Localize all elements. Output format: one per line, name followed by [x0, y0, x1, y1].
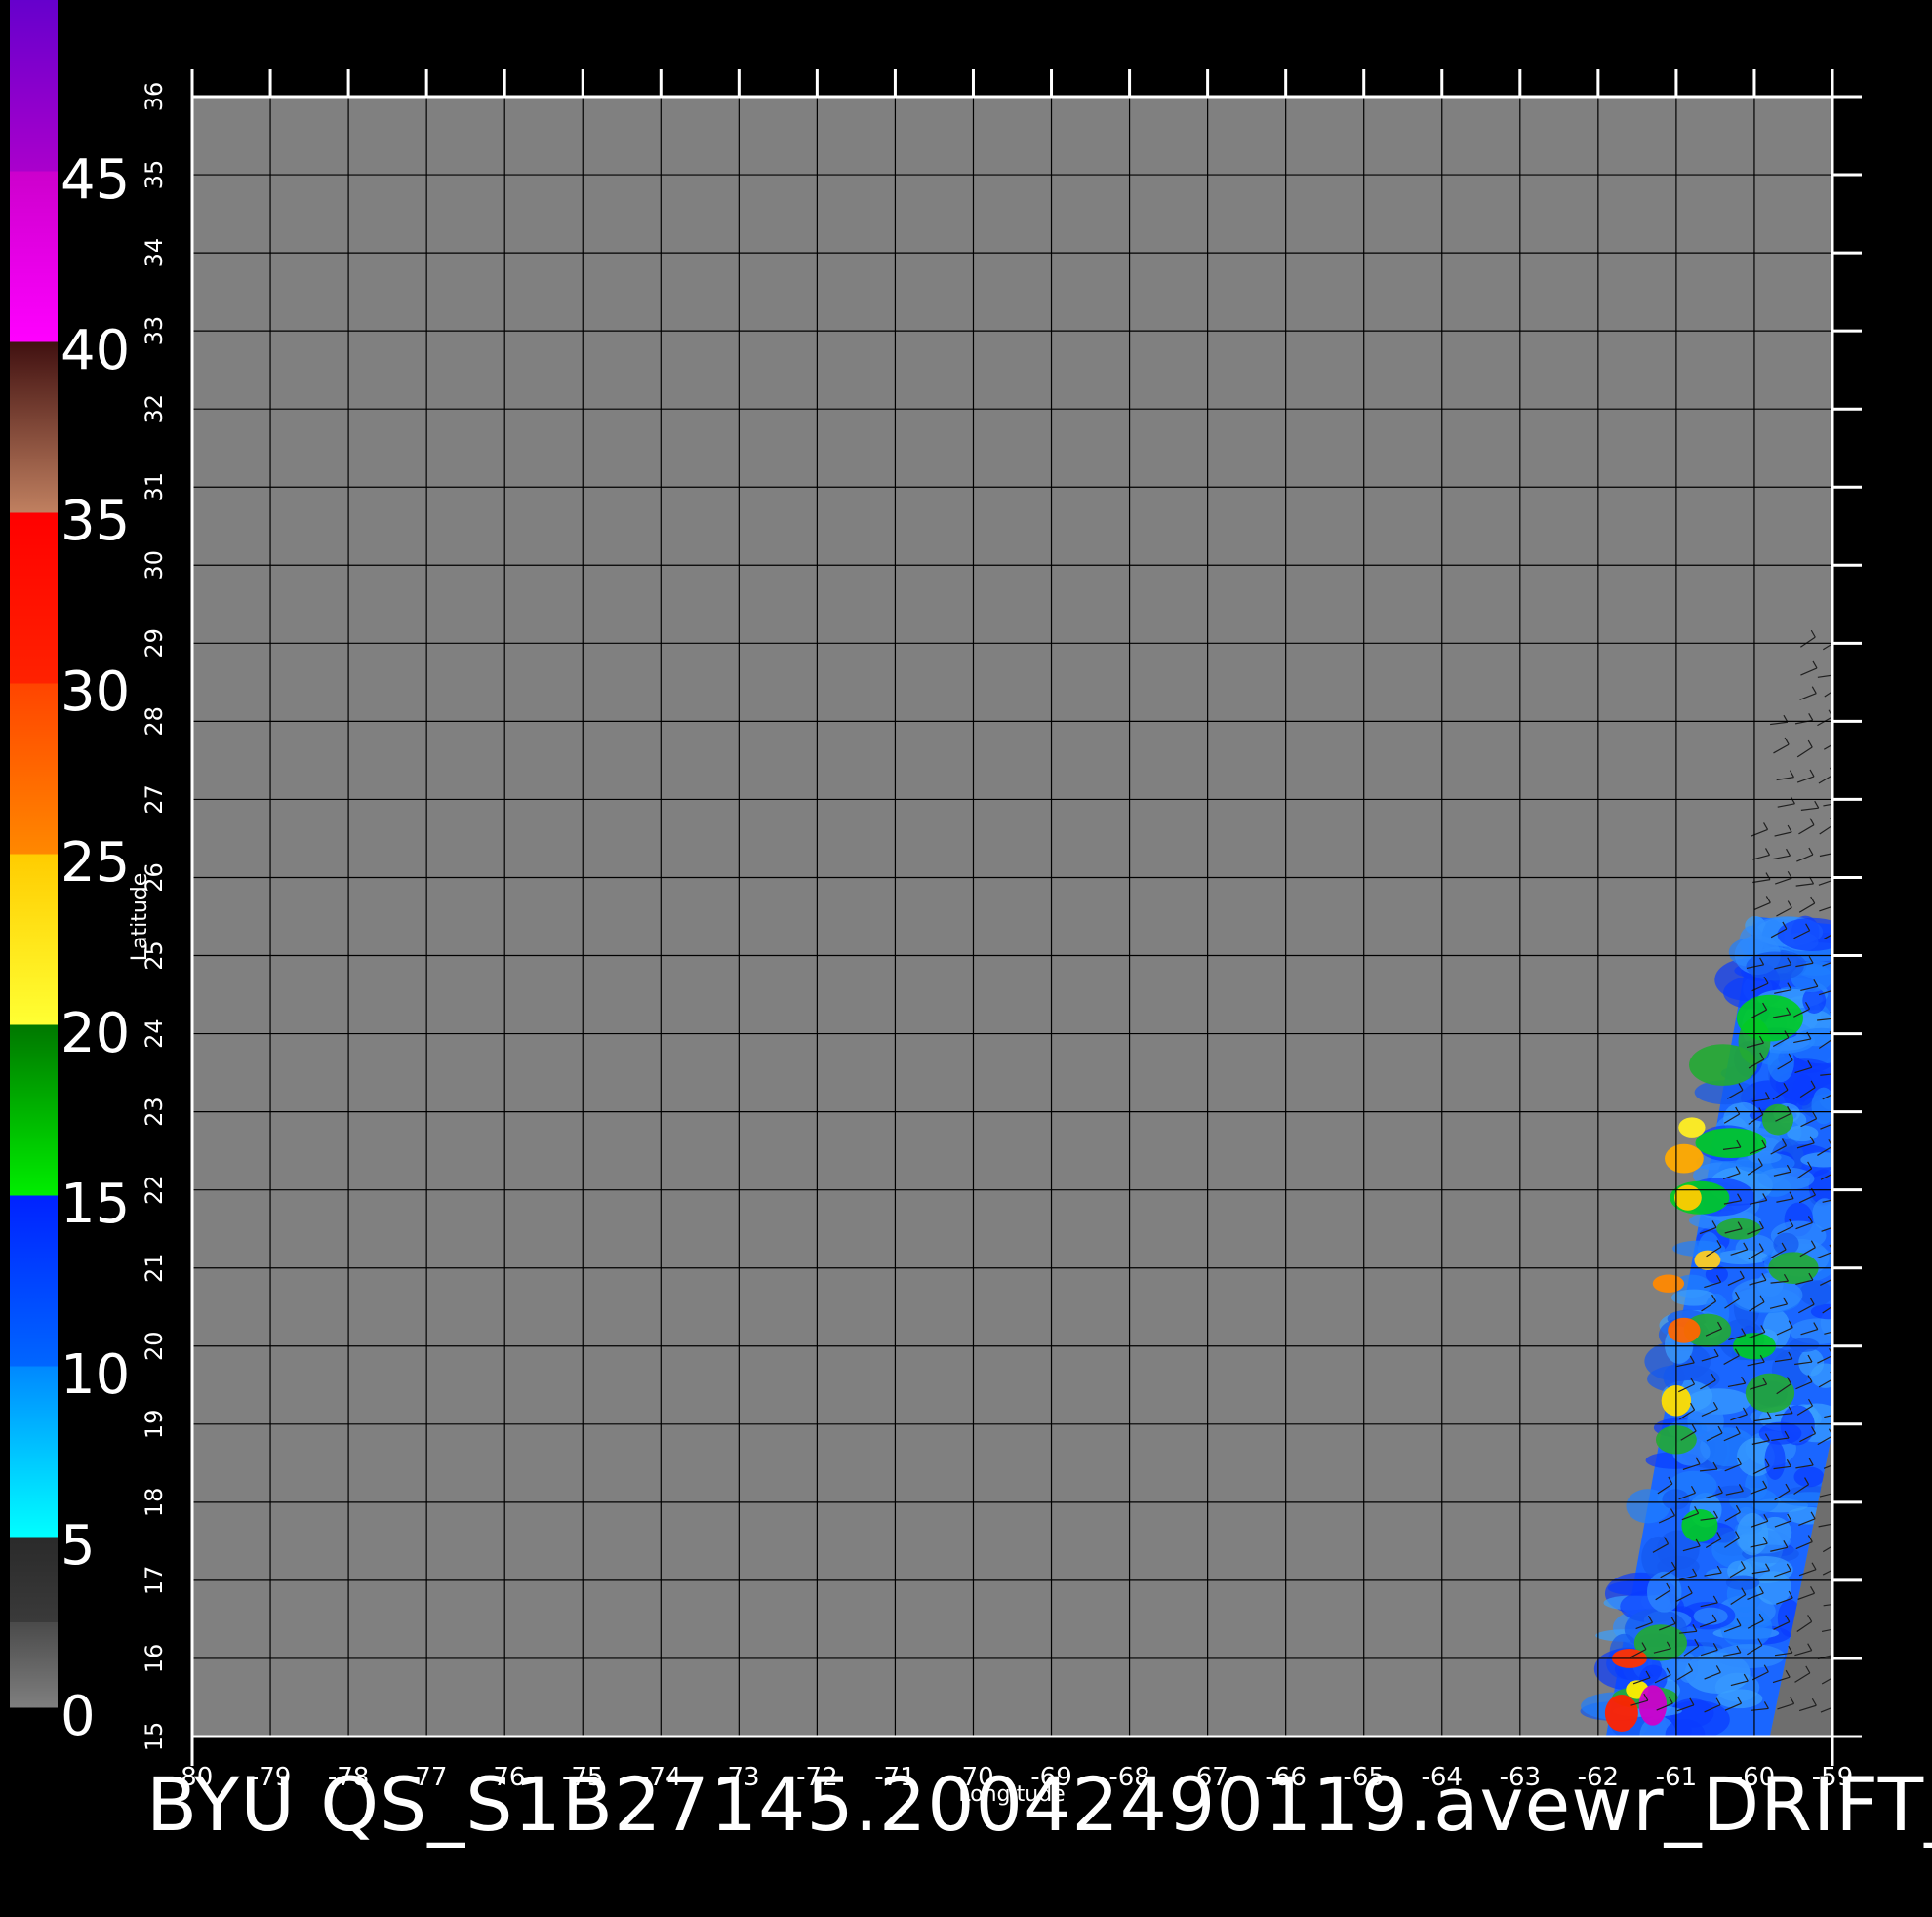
- wind-speed-cell: [1652, 1274, 1685, 1293]
- colorbar-segment: [10, 1537, 58, 1622]
- colorbar-segment: [10, 341, 58, 513]
- wind-barb: [1834, 1085, 1838, 1092]
- wind-speed-cell: [1665, 1719, 1706, 1737]
- wind-speed-cell: [1736, 994, 1803, 1042]
- y-tick-label: 19: [141, 1410, 168, 1440]
- wind-barb: [1837, 1323, 1841, 1330]
- wind-speed-cell: [1800, 1152, 1832, 1168]
- wind-speed-cell: [1810, 1303, 1832, 1320]
- y-tick-label: 21: [141, 1253, 168, 1283]
- wind-speed-cell: [1695, 1128, 1767, 1159]
- wind-speed-cell: [1678, 1117, 1706, 1138]
- wind-speed-cell: [1732, 1617, 1772, 1629]
- wind-barb: [1835, 1621, 1839, 1628]
- wind-barb: [1836, 1456, 1840, 1462]
- wind-map-figure: -80 -79 -78 -77 -76 -75 -74 -73 -72 -71 -70 -69 -68-…: [0, 0, 1932, 1912]
- wind-speed-cell: [1777, 917, 1832, 951]
- wind-speed-cell: [1745, 1373, 1795, 1413]
- wind-speed-cell: [1787, 1125, 1819, 1142]
- wind-barb: [1835, 924, 1839, 931]
- wind-barb: [1833, 1066, 1837, 1073]
- y-tick-label: 28: [141, 706, 168, 737]
- wind-speed-cell: [1715, 1485, 1751, 1499]
- y-tick-label: 35: [141, 160, 168, 190]
- wind-barb: [1835, 680, 1839, 687]
- y-tick-label: 22: [141, 1175, 168, 1205]
- colorbar-label: 35: [60, 490, 130, 553]
- wind-barb: [1834, 1560, 1838, 1567]
- y-tick-label: 29: [141, 628, 168, 659]
- colorbar-segment: [10, 171, 58, 342]
- wind-speed-cell: [1736, 1512, 1769, 1556]
- colorbar-label: 20: [60, 1002, 130, 1065]
- wind-barb: [1835, 1191, 1839, 1198]
- y-tick-label: 33: [141, 316, 168, 346]
- colorbar-label: 40: [60, 319, 130, 382]
- colorbar-label: 0: [60, 1685, 96, 1748]
- colorbar-labels: 0 5 10 15 20 25 30 35 40 45: [60, 148, 130, 1748]
- wind-speed-cell: [1638, 1685, 1668, 1726]
- colorbar-segment: [10, 512, 58, 684]
- wind-speed-cell: [1604, 1695, 1638, 1732]
- colorbar-label: 5: [60, 1514, 96, 1578]
- wind-speed-cell: [1681, 1509, 1718, 1542]
- colorbar-label: 30: [60, 660, 130, 724]
- colorbar-segment: [10, 0, 58, 172]
- colorbar-segment: [10, 854, 58, 1025]
- wind-speed-cell: [1694, 1250, 1721, 1270]
- y-tick-label: 27: [141, 784, 168, 815]
- y-tick-label: 30: [141, 550, 168, 580]
- wind-speed-cell: [1799, 1280, 1832, 1306]
- wind-speed-cell: [1668, 1317, 1701, 1343]
- y-tick-label: 36: [141, 82, 168, 112]
- wind-speed-cell: [1764, 1440, 1786, 1480]
- y-tick-label: 20: [141, 1331, 168, 1361]
- wind-barb: [1837, 1407, 1841, 1414]
- y-axis-label: Latitude: [128, 873, 152, 962]
- wind-barb: [1835, 734, 1839, 740]
- colorbar-segment: [10, 1366, 58, 1538]
- colorbar-segment: [10, 683, 58, 855]
- map-plot: -80 -79 -78 -77 -76 -75 -74 -73 -72 -71 -70 -69 -68-…: [10, 0, 1862, 1807]
- colorbar-label: 15: [60, 1173, 130, 1236]
- y-tick-label: 15: [141, 1722, 168, 1752]
- wind-speed-cell: [1693, 1607, 1728, 1625]
- wind-speed-cell: [1757, 1167, 1815, 1190]
- wind-barb: [1834, 1218, 1838, 1225]
- y-tick-label: 23: [141, 1097, 168, 1127]
- map-background: [192, 97, 1832, 1737]
- y-tick-label: 18: [141, 1488, 168, 1518]
- y-tick-label: 16: [141, 1644, 168, 1674]
- colorbar-segment: [10, 1024, 58, 1196]
- colorbar-label: 45: [60, 148, 130, 212]
- wind-speed-cell: [1674, 1184, 1702, 1211]
- colorbar-label: 10: [60, 1343, 130, 1407]
- y-tick-label: 17: [141, 1566, 168, 1596]
- y-tick-label: 24: [141, 1018, 168, 1049]
- wind-speed-cell: [1773, 1232, 1799, 1256]
- wind-barb: [1836, 1596, 1840, 1603]
- colorbar-segment: [10, 1195, 58, 1367]
- colorbar: [10, 0, 58, 1708]
- colorbar-segment: [10, 1621, 58, 1708]
- y-tick-label: 34: [141, 238, 168, 268]
- wind-barb: [1834, 633, 1838, 640]
- image-title: BYU QS_S1B27145.20042490119.avewr_DRIFT_…: [146, 1761, 1932, 1848]
- wind-speed-cell: [1665, 1143, 1704, 1174]
- colorbar-label: 25: [60, 831, 130, 895]
- wind-barb: [1834, 1536, 1838, 1542]
- y-tick-label: 32: [141, 394, 168, 424]
- wind-speed-cell: [1789, 1338, 1820, 1352]
- wind-speed-cell: [1715, 1689, 1763, 1709]
- y-tick-label: 31: [141, 472, 168, 502]
